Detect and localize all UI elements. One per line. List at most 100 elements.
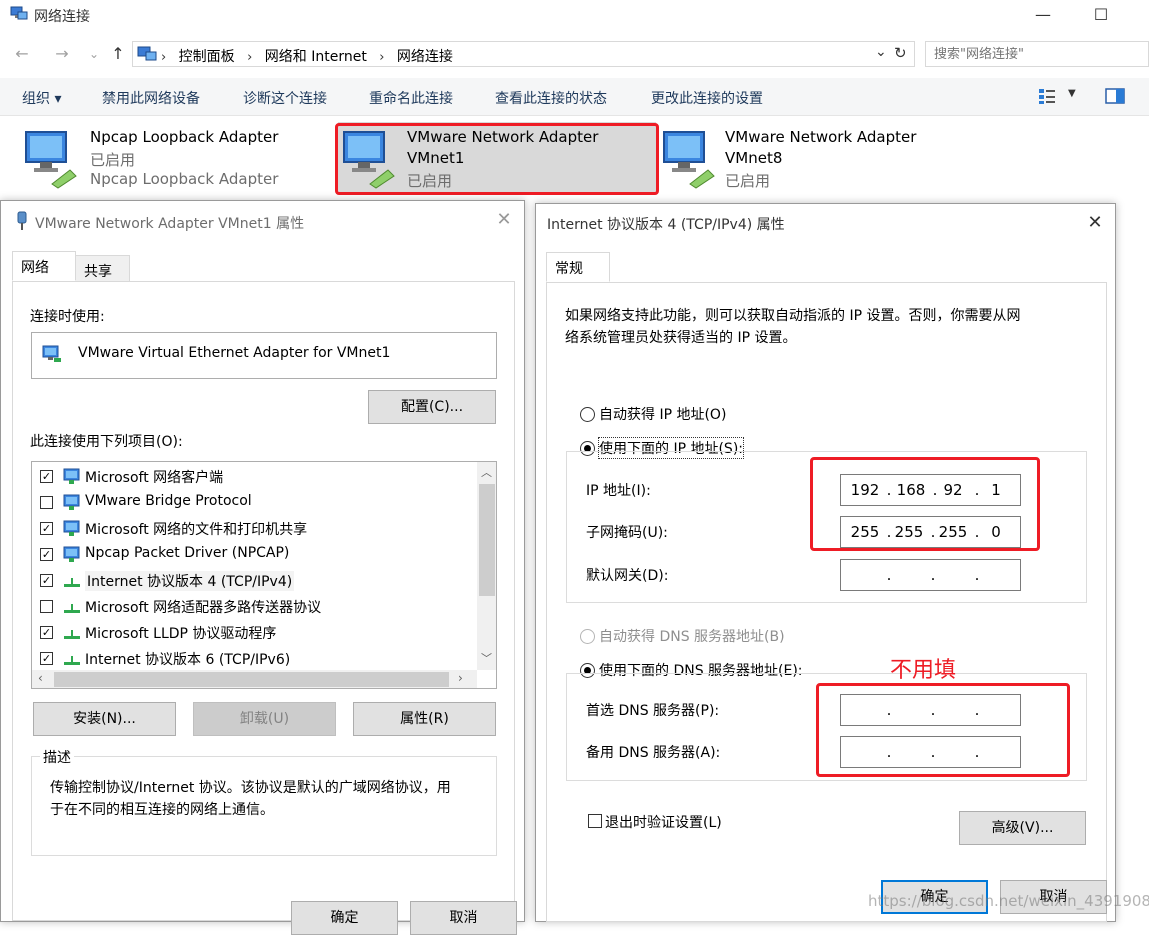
breadcrumb: › 控制面板 › 网络和 Internet › 网络连接 [161,49,453,65]
close-icon[interactable]: ✕ [491,207,517,233]
scroll-thumb[interactable] [54,672,449,687]
auto-dns-label[interactable]: 自动获得 DNS 服务器地址(B) [599,626,785,646]
protocol-icon [62,494,82,512]
explorer-titlebar: 网络连接 — ☐ [0,0,1149,32]
checkbox[interactable]: ✓ [40,574,53,587]
protocol-icon [62,572,82,590]
protocol-icon [62,650,82,668]
adapter-status: 已启用 [725,172,771,190]
network-connections-icon [10,6,28,22]
adapter-status: 已启用 [90,151,136,169]
checkbox[interactable]: ✓ [40,652,53,665]
forward-button[interactable]: → [52,44,72,64]
close-icon[interactable]: ✕ [1082,210,1108,236]
dialog-title: Internet 协议版本 4 (TCP/IPv4) 属性 [547,217,785,233]
minimize-button[interactable]: — [1031,4,1055,26]
ok-button[interactable]: 确定 [291,901,398,935]
maximize-button[interactable]: ☐ [1089,4,1113,26]
checkbox[interactable]: ✓ [40,470,53,483]
adapter-properties-dialog: VMware Network Adapter VMnet1 属性 ✕ 网络 共享… [0,200,525,935]
adapter-device: Npcap Loopback Adapter [90,170,279,188]
window-title: 网络连接 [34,9,90,25]
recent-locations-button[interactable]: ⌄ [84,44,104,64]
vertical-scrollbar[interactable]: ︿ ﹀ [477,462,496,670]
subnet-mask-label: 子网掩码(U): [586,525,668,541]
items-label: 此连接使用下列项目(O): [30,434,183,450]
cancel-button[interactable]: 取消 [410,901,517,935]
auto-ip-label[interactable]: 自动获得 IP 地址(O) [599,404,726,424]
disable-device-button[interactable]: 禁用此网络设备 [102,88,200,108]
watermark: https://blog.csdn.net/weixin_43919089 [868,892,1149,910]
tab-sharing[interactable]: 共享 [75,255,130,282]
description-title: 描述 [40,747,74,767]
checkbox[interactable]: ✓ [40,548,53,561]
organize-menu[interactable]: 组织 ▾ [22,88,61,108]
driver-icon [62,546,82,564]
network-adapter-icon [22,126,78,190]
scroll-right-icon[interactable]: › [458,671,463,685]
components-list[interactable]: ✓ Microsoft 网络客户端 VMware Bridge Protocol… [31,461,497,689]
install-button[interactable]: 安装(N)... [33,702,176,736]
annotation-box-vmnet1 [335,123,659,195]
preview-pane-icon[interactable] [1105,88,1125,104]
protocol-icon [62,624,82,642]
default-gateway-label: 默认网关(D): [586,568,669,584]
default-gateway-input[interactable]: . . . [840,559,1021,591]
adapter-npcap-loopback[interactable]: Npcap Loopback Adapter 已启用 Npcap Loopbac… [20,122,320,194]
address-dropdown-icon[interactable]: ⌄ [875,44,887,60]
tab-network[interactable]: 网络 [12,251,76,281]
preferred-dns-label: 首选 DNS 服务器(P): [586,703,720,719]
scroll-up-icon[interactable]: ︿ [481,464,492,480]
tab-general[interactable]: 常规 [546,252,610,282]
refresh-icon[interactable]: ↻ [894,44,907,62]
search-box[interactable] [925,41,1149,67]
checkbox[interactable]: ✓ [40,626,53,639]
adapter-plug-icon [15,211,29,231]
protocol-icon [62,598,82,616]
auto-dns-radio[interactable] [580,629,595,644]
description-group: 描述 传输控制协议/Internet 协议。该协议是默认的广域网络协议，用 于在… [31,747,497,856]
view-dropdown-icon[interactable]: ▼ [1068,88,1076,99]
back-button[interactable]: ← [12,44,32,64]
horizontal-scrollbar[interactable]: ‹ › [32,670,477,688]
breadcrumb-control-panel[interactable]: 控制面板 [179,49,235,65]
properties-button[interactable]: 属性(R) [353,702,496,736]
view-status-button[interactable]: 查看此连接的状态 [495,88,607,108]
checkbox[interactable] [40,600,53,613]
scroll-left-icon[interactable]: ‹ [38,671,43,685]
validate-label[interactable]: 退出时验证设置(L) [605,812,722,832]
view-options-icon[interactable] [1038,87,1056,105]
breadcrumb-network-internet[interactable]: 网络和 Internet [265,49,367,65]
diagnose-button[interactable]: 诊断这个连接 [243,88,327,108]
uninstall-button[interactable]: 卸载(U) [193,702,336,736]
auto-ip-radio[interactable] [580,407,595,422]
change-settings-button[interactable]: 更改此连接的设置 [651,88,763,108]
annotation-box-dns [816,683,1070,777]
adapter-name-line2: VMnet8 [725,149,783,167]
file-sharing-icon [62,520,82,538]
adapter-name: Npcap Loopback Adapter [90,128,279,146]
search-input[interactable] [926,42,1148,66]
network-adapter-icon [660,126,716,190]
general-tab-panel: 如果网络支持此功能，则可以获取自动指派的 IP 设置。否则，你需要从网 络系统管… [546,282,1107,922]
network-tab-panel: 连接时使用: VMware Virtual Ethernet Adapter f… [12,281,515,921]
checkbox[interactable] [40,496,53,509]
device-box: VMware Virtual Ethernet Adapter for VMne… [31,332,497,379]
breadcrumb-network-connections[interactable]: 网络连接 [397,49,453,65]
advanced-button[interactable]: 高级(V)... [959,811,1086,845]
validate-checkbox[interactable] [588,814,602,828]
rename-button[interactable]: 重命名此连接 [369,88,453,108]
address-bar[interactable]: › 控制面板 › 网络和 Internet › 网络连接 ⌄ ↻ [132,41,915,67]
ethernet-adapter-icon [42,345,62,363]
configure-button[interactable]: 配置(C)... [368,390,496,424]
scroll-thumb[interactable] [479,484,495,596]
scroll-down-icon[interactable]: ﹀ [481,650,492,666]
adapter-vmnet8[interactable]: VMware Network Adapter VMnet8 已启用 [658,122,958,194]
ip-address-label: IP 地址(I): [586,483,651,499]
up-button[interactable]: ↑ [108,44,128,64]
intro-text-line2: 络系统管理员处获得适当的 IP 设置。 [565,330,797,346]
intro-text-line1: 如果网络支持此功能，则可以获取自动指派的 IP 设置。否则，你需要从网 [565,308,1021,324]
alternate-dns-label: 备用 DNS 服务器(A): [586,745,721,761]
checkbox[interactable]: ✓ [40,522,53,535]
connect-using-label: 连接时使用: [30,309,105,325]
